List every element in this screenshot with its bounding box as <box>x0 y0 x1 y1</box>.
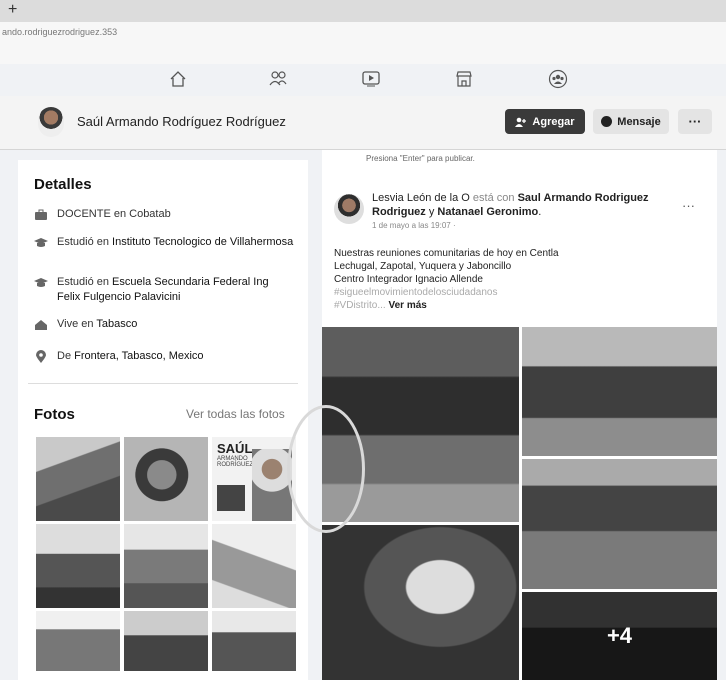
divider <box>28 383 298 384</box>
poster-title: SAÚL <box>217 441 253 456</box>
post-line: Lechugal, Zapotal, Yuquera y Jaboncillo <box>334 261 512 272</box>
tagged-person-2[interactable]: Natanael Geronimo <box>437 206 538 218</box>
message-label: Mensaje <box>617 115 661 128</box>
message-button[interactable]: Mensaje <box>593 109 669 134</box>
watch-icon[interactable] <box>357 66 385 92</box>
briefcase-icon <box>34 208 48 222</box>
post-author-avatar[interactable] <box>334 194 364 224</box>
detail-text: Vive en Tabasco <box>57 317 137 332</box>
detail-link[interactable]: Tabasco <box>96 318 137 330</box>
poster-portrait <box>252 449 292 521</box>
detail-item-work: DOCENTE en Cobatab <box>34 207 294 222</box>
highlight-circle <box>287 405 365 533</box>
add-friend-label: Agregar <box>532 115 575 128</box>
post-header-end: . <box>538 206 542 218</box>
post-text: Nuestras reuniones comunitarias de hoy e… <box>334 247 694 312</box>
detail-prefix: De <box>57 350 75 362</box>
photo-thumbnail[interactable] <box>36 524 120 608</box>
new-tab-button[interactable]: + <box>8 1 17 19</box>
detail-item-from: De Frontera, Tabasco, Mexico <box>34 349 294 364</box>
post-timestamp[interactable]: 1 de mayo a las 19:07 · <box>372 221 456 230</box>
post-line: Centro Integrador Ignacio Allende <box>334 274 483 285</box>
photo-thumbnail[interactable] <box>212 611 296 671</box>
more-options-button[interactable]: ··· <box>678 109 712 134</box>
add-friend-button[interactable]: Agregar <box>505 109 585 134</box>
post-author[interactable]: Lesvia León de la O <box>372 192 470 204</box>
hashtag-link[interactable]: #VDistrito... <box>334 300 386 311</box>
friends-icon[interactable] <box>264 66 292 92</box>
post-options-button[interactable]: ··· <box>682 198 695 213</box>
url-text[interactable]: ando.rodriguezrodriguez.353 <box>2 27 117 37</box>
detail-item-lives: Vive en Tabasco <box>34 317 294 332</box>
photo-thumbnail[interactable] <box>212 524 296 608</box>
poster-logo <box>217 485 245 511</box>
detail-item-education-2: Estudió en Escuela Secundaria Federal In… <box>34 275 294 305</box>
post-header: Lesvia León de la O está con Saul Armand… <box>372 191 672 219</box>
add-friend-icon <box>515 117 527 127</box>
details-title: Detalles <box>34 176 92 193</box>
more-options-label: ··· <box>688 114 702 129</box>
browser-tabbar: + <box>0 0 726 22</box>
detail-prefix: Estudió en <box>57 236 113 248</box>
graduation-cap-icon <box>34 236 48 250</box>
groups-icon[interactable] <box>544 66 572 92</box>
detail-text: Estudió en Escuela Secundaria Federal In… <box>57 275 294 305</box>
more-photos-count: +4 <box>522 592 717 680</box>
composer-hint: Presiona "Enter" para publicar. <box>322 150 717 170</box>
marketplace-icon[interactable] <box>450 66 478 92</box>
hashtag-link[interactable]: #sigueelmovimientodelosciudadanos <box>334 286 694 299</box>
profile-name[interactable]: Saúl Armando Rodríguez Rodríguez <box>77 114 286 129</box>
photo-thumbnail[interactable] <box>36 437 120 521</box>
post-and-text: y <box>425 206 438 218</box>
post-photo[interactable] <box>322 525 519 680</box>
detail-text: Estudió en Instituto Tecnologico de Vill… <box>57 235 293 250</box>
avatar[interactable] <box>38 107 64 137</box>
messenger-icon <box>601 116 613 127</box>
post-photo[interactable] <box>522 327 717 456</box>
location-pin-icon <box>34 350 48 364</box>
post-photo-more[interactable]: +4 <box>522 592 717 680</box>
post-photo[interactable] <box>522 459 717 589</box>
post-with-text: está con <box>469 192 518 204</box>
photo-thumbnail[interactable] <box>124 437 208 521</box>
photo-thumbnail[interactable] <box>124 524 208 608</box>
detail-text: DOCENTE en Cobatab <box>57 208 171 220</box>
photos-title: Fotos <box>34 406 75 423</box>
detail-prefix: Vive en <box>57 318 97 330</box>
photo-thumbnail[interactable] <box>124 611 208 671</box>
detail-text: De Frontera, Tabasco, Mexico <box>57 349 204 364</box>
detail-item-education-1: Estudió en Instituto Tecnologico de Vill… <box>34 235 294 250</box>
top-nav <box>150 62 590 96</box>
post-line: Nuestras reuniones comunitarias de hoy e… <box>334 248 559 259</box>
profile-header-bar: Saúl Armando Rodríguez Rodríguez Agregar… <box>0 96 726 150</box>
feed-post: Lesvia León de la O está con Saul Armand… <box>322 170 717 680</box>
poster-thumbnail[interactable]: SAÚL ARMANDO RODRÍGUEZ <box>212 437 296 521</box>
detail-link[interactable]: Instituto Tecnologico de Villahermosa <box>112 236 293 248</box>
home-icon <box>34 318 48 332</box>
see-more-link[interactable]: Ver más <box>388 300 426 311</box>
poster-subtitle: ARMANDO RODRÍGUEZ <box>217 456 253 468</box>
see-all-photos-link[interactable]: Ver todas las fotos <box>186 407 285 421</box>
photo-thumbnail[interactable] <box>36 611 120 671</box>
detail-prefix: Estudió en <box>57 276 113 288</box>
graduation-cap-icon <box>34 276 48 290</box>
home-icon[interactable] <box>164 66 192 92</box>
intro-column: Detalles DOCENTE en Cobatab Estudió en I… <box>18 160 308 680</box>
detail-link[interactable]: Frontera, Tabasco, Mexico <box>74 350 203 362</box>
